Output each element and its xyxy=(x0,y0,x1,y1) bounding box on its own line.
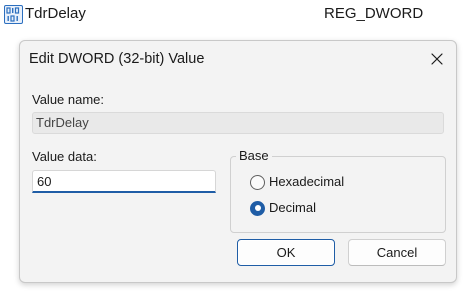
value-data-input[interactable] xyxy=(32,170,216,193)
radio-hexadecimal-label: Hexadecimal xyxy=(269,174,345,189)
edit-dword-dialog: Edit DWORD (32-bit) Value Value name: Td… xyxy=(19,40,457,283)
radio-hexadecimal-circle xyxy=(250,174,265,190)
radio-decimal[interactable]: Decimal xyxy=(250,199,316,217)
registry-value-row[interactable]: TdrDelay REG_DWORD xyxy=(0,0,471,30)
dialog-title: Edit DWORD (32-bit) Value xyxy=(29,51,205,67)
dialog-titlebar[interactable]: Edit DWORD (32-bit) Value xyxy=(20,41,456,77)
registry-value-name: TdrDelay xyxy=(25,5,86,22)
registry-value-type: REG_DWORD xyxy=(324,5,424,22)
registry-binary-value-icon xyxy=(4,5,23,24)
base-legend: Base xyxy=(236,148,272,164)
cancel-button[interactable]: Cancel xyxy=(348,239,446,266)
ok-button[interactable]: OK xyxy=(237,239,335,266)
value-name-field: TdrDelay xyxy=(32,112,444,134)
radio-decimal-circle xyxy=(250,200,265,216)
value-name-label: Value name: xyxy=(32,92,105,107)
radio-decimal-label: Decimal xyxy=(269,200,316,215)
radio-hexadecimal[interactable]: Hexadecimal xyxy=(250,173,344,191)
close-button[interactable] xyxy=(422,45,452,73)
close-icon xyxy=(431,53,443,65)
value-data-label: Value data: xyxy=(32,149,97,164)
base-groupbox: Base Hexadecimal Decimal xyxy=(230,148,446,233)
